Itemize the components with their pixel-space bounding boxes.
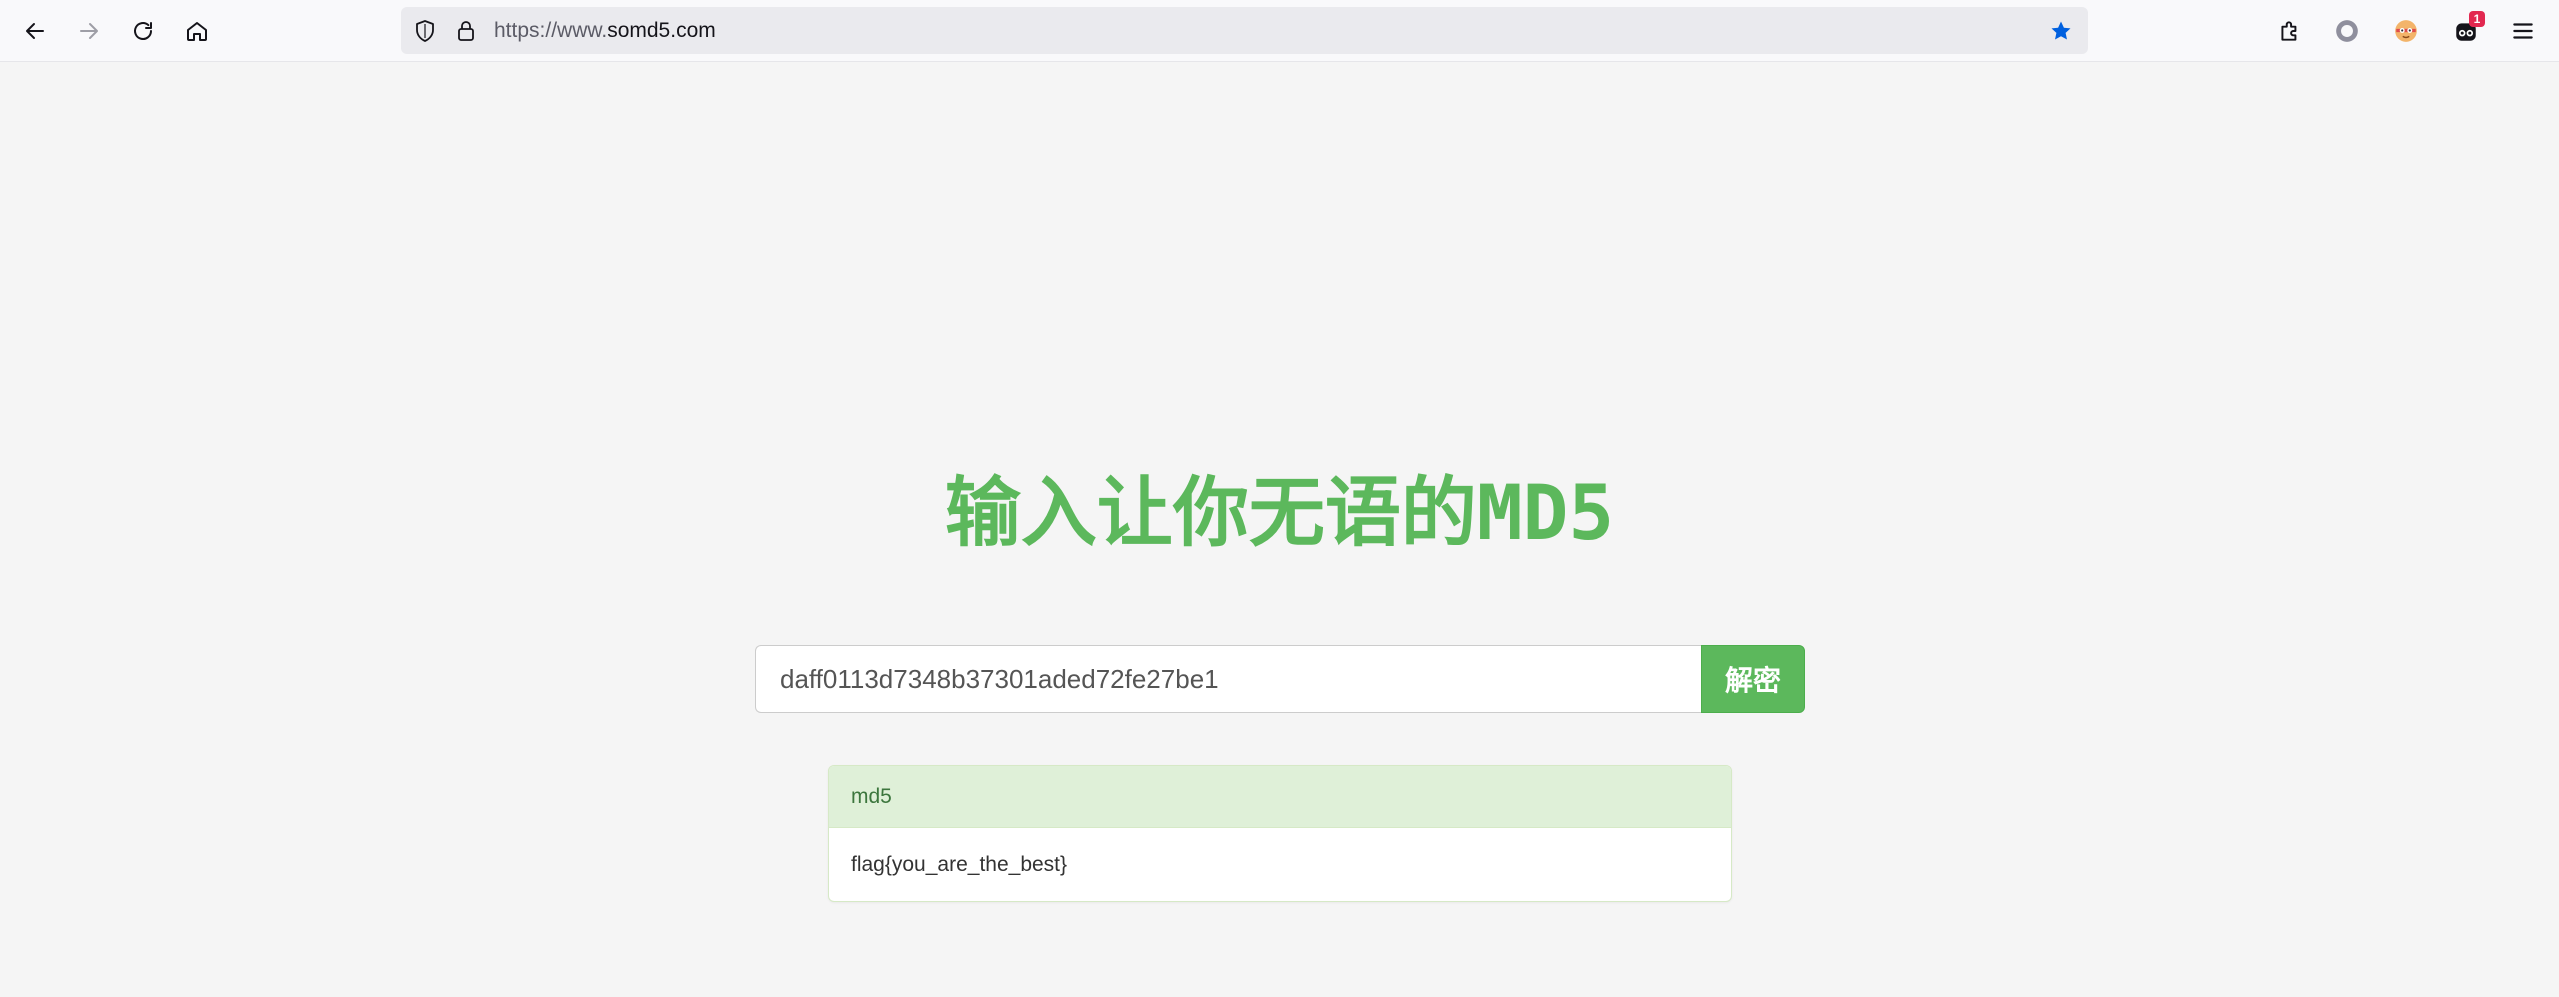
- arrow-right-icon: [80, 23, 98, 39]
- notification-badge: 1: [2469, 11, 2485, 27]
- reload-icon: [134, 22, 152, 40]
- url-text[interactable]: https://www.somd5.com: [494, 19, 716, 43]
- forward-button[interactable]: [72, 14, 106, 48]
- mask-extension-button[interactable]: 1: [2449, 11, 2485, 48]
- search-group: 解密: [755, 645, 1805, 713]
- result-panel: md5 flag{you_are_the_best}: [828, 765, 1732, 902]
- menu-button[interactable]: [2506, 14, 2540, 48]
- page-title: 输入让你无语的MD5: [944, 468, 1615, 557]
- arrow-left-icon: [26, 23, 44, 39]
- url-bar[interactable]: https://www.somd5.com: [401, 7, 2088, 54]
- hamburger-icon: [2513, 23, 2533, 39]
- result-value: flag{you_are_the_best}: [851, 853, 1068, 876]
- record-button[interactable]: [2330, 14, 2364, 48]
- avatar-icon: [2395, 20, 2417, 42]
- back-button[interactable]: [18, 14, 52, 48]
- shield-icon[interactable]: [412, 18, 438, 44]
- extensions-button[interactable]: [2273, 14, 2307, 48]
- md5-input[interactable]: [755, 645, 1702, 713]
- puzzle-icon: [2281, 21, 2297, 41]
- lock-icon[interactable]: [453, 18, 479, 44]
- browser-toolbar: https://www.somd5.com 1: [0, 0, 2559, 62]
- avatar-extension-button[interactable]: [2389, 14, 2423, 48]
- reload-button[interactable]: [126, 14, 160, 48]
- home-icon: [187, 22, 207, 41]
- result-type-heading: md5: [829, 766, 1731, 828]
- bookmark-star-icon[interactable]: [2048, 18, 2074, 44]
- decrypt-button[interactable]: 解密: [1701, 645, 1805, 713]
- home-button[interactable]: [180, 14, 214, 48]
- circle-icon: [2336, 20, 2358, 42]
